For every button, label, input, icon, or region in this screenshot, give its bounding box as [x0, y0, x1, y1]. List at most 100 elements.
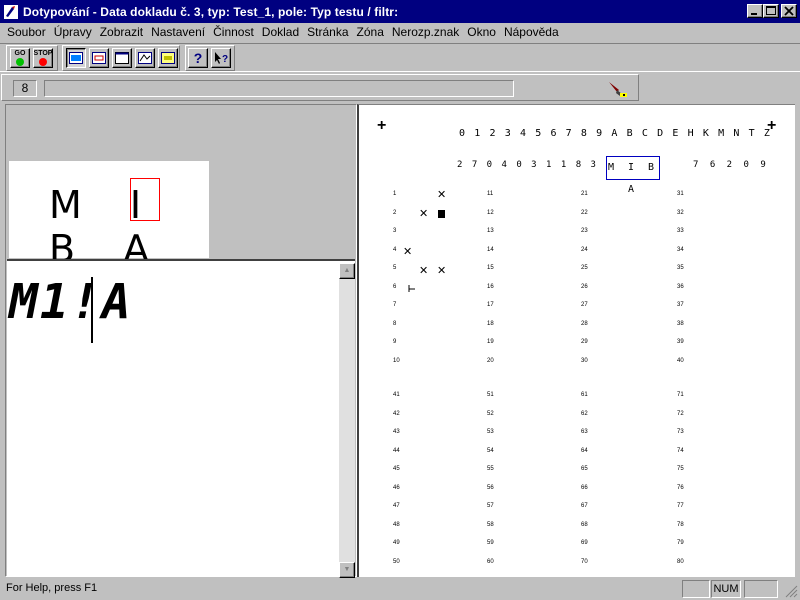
question-number: 59	[487, 540, 494, 546]
question-number: 35	[677, 265, 684, 271]
recognized-text[interactable]: M1!A	[9, 277, 133, 327]
question-number: 37	[677, 302, 684, 308]
menu-cinnost[interactable]: Činnost	[209, 24, 258, 41]
question-number: 53	[487, 429, 494, 435]
note-view-icon	[161, 52, 175, 64]
handwritten-field-text: M I B A	[49, 183, 168, 271]
question-number: 10	[393, 357, 400, 364]
question-number: 24	[581, 246, 588, 253]
resize-grip-icon[interactable]	[784, 584, 798, 598]
question-number: 13	[487, 228, 494, 234]
brush-icon[interactable]	[607, 80, 629, 98]
work-area: M I B A M1!A ▲ ▼ + + 0 1 2 3 4 5 6 7 8 9…	[0, 102, 800, 578]
help-button[interactable]: ?	[188, 48, 208, 68]
handwritten-code: 7 6 2 0 9	[693, 160, 769, 170]
question-number: 22	[581, 209, 588, 216]
zone-view-icon	[92, 52, 106, 64]
question-number: 60	[487, 558, 494, 565]
question-number: 45	[393, 466, 400, 472]
minimize-button[interactable]	[747, 4, 763, 18]
question-number: 74	[677, 447, 684, 454]
question-number: 61	[581, 392, 588, 398]
question-number: 67	[581, 503, 588, 509]
question-number: 6	[393, 283, 397, 290]
question-number: 72	[677, 410, 684, 417]
scroll-down-button[interactable]: ▼	[339, 562, 355, 578]
question-number: 17	[487, 302, 494, 308]
menu-doklad[interactable]: Doklad	[258, 24, 303, 41]
vertical-scrollbar[interactable]: ▲ ▼	[339, 263, 355, 578]
answer-filled-mark	[438, 210, 445, 218]
view-zone-button[interactable]	[89, 48, 109, 68]
question-number: 4	[393, 246, 397, 253]
question-number: 7	[393, 302, 397, 308]
question-number: 42	[393, 410, 400, 417]
go-button[interactable]: GO	[10, 48, 30, 68]
question-number: 34	[677, 246, 684, 253]
menu-stranka[interactable]: Stránka	[303, 24, 352, 41]
question-number: 52	[487, 410, 494, 417]
status-bar: For Help, press F1 NUM	[0, 578, 800, 600]
question-number: 51	[487, 392, 494, 398]
question-number: 50	[393, 558, 400, 565]
menu-nerozp-znak[interactable]: Nerozp.znak	[388, 24, 463, 41]
id-field-box[interactable]: M I B A	[606, 156, 660, 195]
question-number: 33	[677, 228, 684, 234]
view-tile-button[interactable]	[135, 48, 155, 68]
menu-upravy[interactable]: Úpravy	[50, 24, 96, 41]
question-number: 80	[677, 558, 684, 565]
answer-mark: ✕	[437, 189, 447, 201]
question-number: 68	[581, 521, 588, 528]
question-number: 30	[581, 357, 588, 364]
question-number: 43	[393, 429, 400, 435]
question-number: 73	[677, 429, 684, 435]
question-number: 46	[393, 484, 400, 491]
field-bar-panel: 8	[1, 74, 639, 101]
close-button[interactable]	[781, 4, 797, 18]
minimize-icon	[751, 13, 757, 15]
question-number: 70	[581, 558, 588, 565]
view-page-button[interactable]	[112, 48, 132, 68]
tile-view-icon	[138, 52, 152, 64]
question-number: 2	[393, 209, 397, 216]
go-icon	[16, 58, 24, 66]
toolbar-group-help: ? ?	[185, 45, 235, 71]
context-help-button[interactable]: ?	[211, 48, 231, 68]
menu-bar: Soubor Úpravy Zobrazit Nastavení Činnost…	[0, 23, 800, 42]
question-number: 62	[581, 410, 588, 417]
question-number: 31	[677, 191, 684, 197]
app-icon	[4, 4, 18, 19]
question-number: 36	[677, 283, 684, 290]
view-note-button[interactable]	[158, 48, 178, 68]
scroll-up-button[interactable]: ▲	[339, 263, 355, 279]
field-image-snippet: M I B A	[9, 161, 209, 271]
close-icon	[784, 6, 794, 16]
question-number: 71	[677, 392, 684, 398]
menu-soubor[interactable]: Soubor	[3, 24, 50, 41]
recognition-editor[interactable]: M1!A ▲ ▼	[7, 259, 355, 578]
question-number: 20	[487, 357, 494, 364]
toolbar-group-view	[62, 45, 180, 71]
menu-napoveda[interactable]: Nápověda	[500, 24, 563, 41]
question-number: 21	[581, 191, 588, 197]
view-image-button[interactable]	[66, 48, 86, 68]
question-number: 3	[393, 228, 397, 234]
title-bar: Dotypování - Data dokladu č. 3, typ: Tes…	[0, 0, 800, 23]
question-number: 64	[581, 447, 588, 454]
document-image-pane[interactable]: + + 0 1 2 3 4 5 6 7 8 9 A B C D E H K M …	[357, 104, 795, 577]
question-number: 28	[581, 320, 588, 327]
maximize-button[interactable]	[763, 4, 779, 18]
question-number: 15	[487, 265, 494, 271]
question-number: 38	[677, 320, 684, 327]
menu-okno[interactable]: Okno	[463, 24, 500, 41]
question-number: 23	[581, 228, 588, 234]
question-number: 29	[581, 339, 588, 345]
question-number: 25	[581, 265, 588, 271]
menu-zona[interactable]: Zóna	[353, 24, 388, 41]
question-number: 40	[677, 357, 684, 364]
stray-mark	[408, 285, 415, 292]
stop-button[interactable]: STOP	[33, 48, 53, 68]
question-number: 78	[677, 521, 684, 528]
menu-zobrazit[interactable]: Zobrazit	[96, 24, 147, 41]
menu-nastaveni[interactable]: Nastavení	[147, 24, 209, 41]
